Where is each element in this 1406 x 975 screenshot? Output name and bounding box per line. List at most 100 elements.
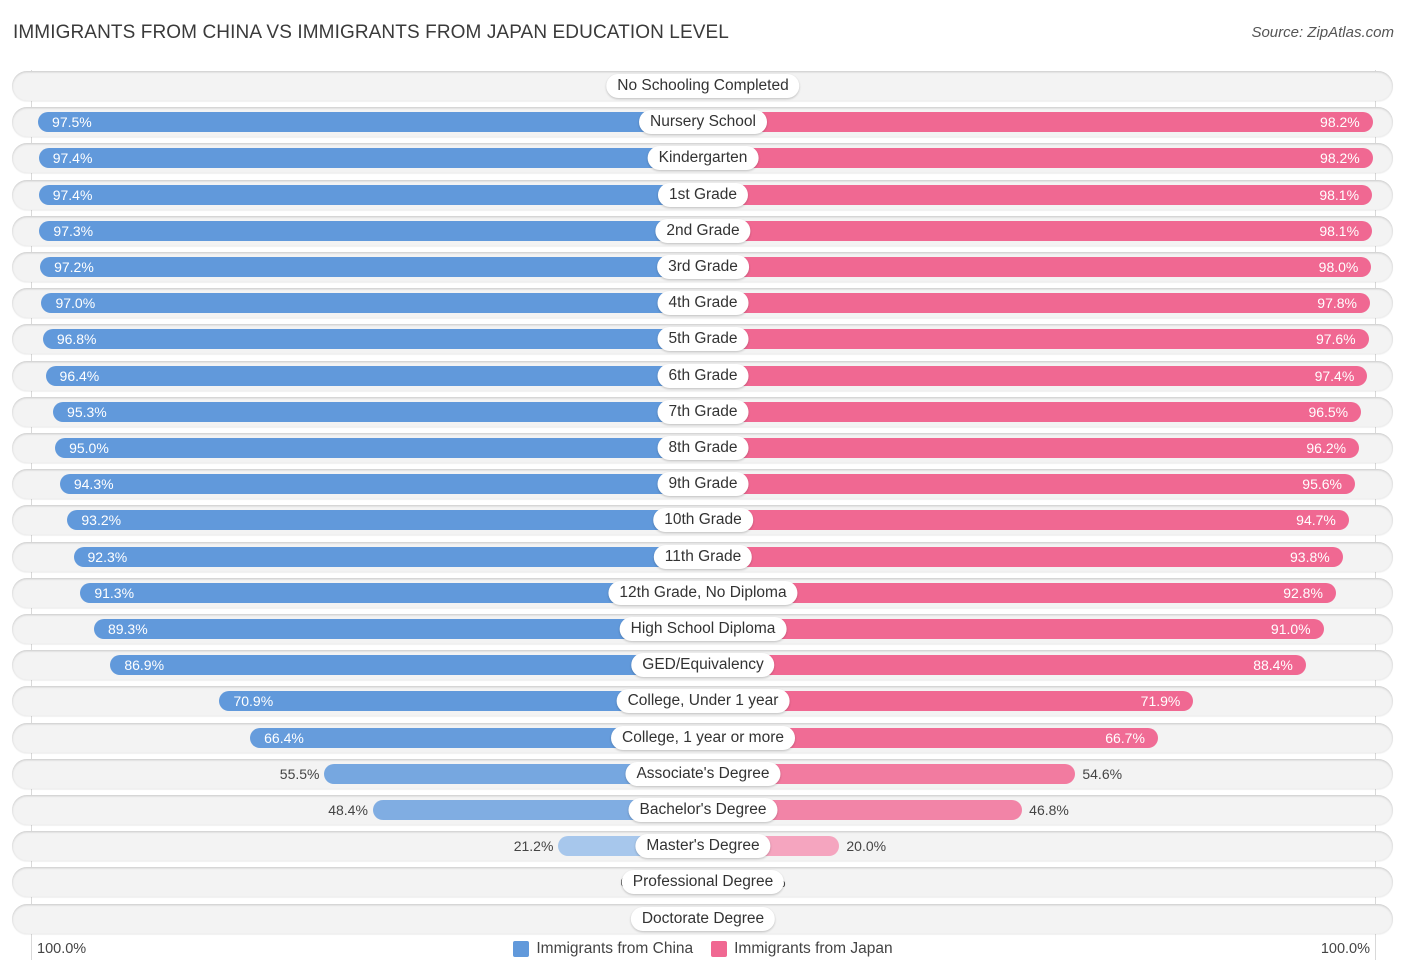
bar-china-2nd-grade[interactable] bbox=[39, 220, 703, 241]
value-label-china-12th-grade-no-diploma: 91.3% bbox=[94, 584, 135, 601]
bar-china-5th-grade[interactable] bbox=[42, 329, 703, 350]
value-label-japan-kindergarten: 98.2% bbox=[1320, 150, 1360, 167]
category-label-bachelor-s-degree: Bachelor's Degree bbox=[628, 798, 778, 822]
bar-japan-9th-grade[interactable] bbox=[703, 474, 1355, 495]
legend: Immigrants from China Immigrants from Ja… bbox=[0, 940, 1406, 958]
value-label-china-8th-grade: 95.0% bbox=[69, 440, 109, 456]
bar-japan-4th-grade[interactable] bbox=[703, 293, 1370, 314]
category-label-8th-grade: 8th Grade bbox=[657, 436, 749, 460]
chart-area: 2.6%1.9%No Schooling Completed97.5%98.2%… bbox=[0, 0, 1406, 975]
category-label-1st-grade: 1st Grade bbox=[657, 182, 749, 207]
value-label-china-9th-grade: 94.3% bbox=[73, 476, 114, 493]
value-label-china-6th-grade: 96.4% bbox=[59, 367, 100, 384]
category-label-nursery-school: Nursery School bbox=[639, 110, 767, 135]
category-label-12th-grade-no-diploma: 12th Grade, No Diploma bbox=[608, 580, 798, 605]
bar-china-nursery-school[interactable] bbox=[38, 112, 703, 133]
bar-china-ged-equivalency[interactable] bbox=[110, 655, 703, 676]
value-label-japan-nursery-school: 98.2% bbox=[1320, 114, 1360, 131]
legend-item-china[interactable]: Immigrants from China bbox=[513, 940, 693, 958]
category-label-4th-grade: 4th Grade bbox=[657, 291, 749, 316]
bar-china-high-school-diploma[interactable] bbox=[93, 619, 703, 639]
bar-japan-1st-grade[interactable] bbox=[703, 184, 1373, 205]
value-label-japan-5th-grade: 97.6% bbox=[1315, 331, 1356, 348]
bar-china-8th-grade[interactable] bbox=[55, 438, 703, 458]
value-label-japan-bachelor-s-degree: 46.8% bbox=[1029, 802, 1069, 818]
value-label-china-bachelor-s-degree: 48.4% bbox=[328, 802, 368, 818]
value-label-japan-6th-grade: 97.4% bbox=[1314, 367, 1355, 384]
bar-japan-10th-grade[interactable] bbox=[703, 510, 1349, 531]
value-label-china-master-s-degree: 21.2% bbox=[513, 838, 554, 855]
bar-japan-11th-grade[interactable] bbox=[703, 546, 1343, 567]
value-label-china-4th-grade: 97.0% bbox=[55, 295, 96, 312]
bar-china-10th-grade[interactable] bbox=[67, 510, 703, 531]
bar-japan-2nd-grade[interactable] bbox=[703, 220, 1373, 241]
category-label-associate-s-degree: Associate's Degree bbox=[625, 761, 781, 786]
category-label-10th-grade: 10th Grade bbox=[653, 508, 753, 533]
category-label-kindergarten: Kindergarten bbox=[647, 146, 759, 171]
bar-china-1st-grade[interactable] bbox=[38, 184, 703, 205]
bar-japan-ged-equivalency[interactable] bbox=[703, 655, 1306, 676]
bar-japan-12th-grade-no-diploma[interactable] bbox=[703, 582, 1336, 603]
bar-japan-8th-grade[interactable] bbox=[703, 438, 1360, 458]
category-label-doctorate-degree: Doctorate Degree bbox=[630, 906, 776, 931]
bar-china-kindergarten[interactable] bbox=[38, 148, 703, 169]
value-label-japan-7th-grade: 96.5% bbox=[1308, 403, 1349, 420]
bar-china-9th-grade[interactable] bbox=[59, 474, 703, 495]
value-label-japan-11th-grade: 93.8% bbox=[1290, 548, 1330, 565]
value-label-china-3rd-grade: 97.2% bbox=[54, 259, 94, 275]
value-label-china-college-under-1-year: 70.9% bbox=[233, 693, 274, 710]
legend-swatch-japan bbox=[711, 941, 728, 957]
value-label-china-7th-grade: 95.3% bbox=[67, 403, 107, 420]
category-label-2nd-grade: 2nd Grade bbox=[655, 218, 751, 243]
legend-label-china: Immigrants from China bbox=[536, 940, 694, 957]
bar-japan-high-school-diploma[interactable] bbox=[703, 619, 1324, 639]
value-label-japan-4th-grade: 97.8% bbox=[1317, 295, 1357, 312]
category-label-11th-grade: 11th Grade bbox=[653, 544, 753, 569]
bar-japan-6th-grade[interactable] bbox=[703, 365, 1368, 386]
value-label-japan-12th-grade-no-diploma: 92.8% bbox=[1283, 584, 1323, 601]
bar-japan-3rd-grade[interactable] bbox=[703, 257, 1372, 277]
category-label-5th-grade: 5th Grade bbox=[657, 327, 749, 352]
category-label-9th-grade: 9th Grade bbox=[657, 472, 749, 497]
value-label-china-kindergarten: 97.4% bbox=[52, 150, 93, 167]
bar-japan-5th-grade[interactable] bbox=[703, 329, 1369, 350]
value-label-china-10th-grade: 93.2% bbox=[81, 512, 122, 529]
value-label-china-ged-equivalency: 86.9% bbox=[124, 657, 165, 674]
legend-item-japan[interactable]: Immigrants from Japan bbox=[711, 940, 893, 958]
category-label-3rd-grade: 3rd Grade bbox=[657, 255, 749, 279]
category-label-professional-degree: Professional Degree bbox=[621, 870, 785, 895]
value-label-japan-high-school-diploma: 91.0% bbox=[1270, 621, 1311, 637]
category-label-master-s-degree: Master's Degree bbox=[635, 834, 771, 859]
value-label-china-nursery-school: 97.5% bbox=[52, 114, 92, 131]
value-label-japan-8th-grade: 96.2% bbox=[1306, 440, 1347, 456]
bar-china-11th-grade[interactable] bbox=[73, 546, 703, 567]
bar-japan-7th-grade[interactable] bbox=[703, 401, 1362, 422]
value-label-japan-ged-equivalency: 88.4% bbox=[1253, 657, 1293, 674]
value-label-japan-10th-grade: 94.7% bbox=[1296, 512, 1336, 529]
bar-china-4th-grade[interactable] bbox=[41, 293, 703, 314]
value-label-china-associate-s-degree: 55.5% bbox=[279, 765, 320, 782]
value-label-japan-2nd-grade: 98.1% bbox=[1319, 222, 1360, 239]
value-label-japan-1st-grade: 98.1% bbox=[1319, 186, 1360, 203]
bar-japan-nursery-school[interactable] bbox=[703, 112, 1373, 133]
value-label-japan-college-under-1-year: 71.9% bbox=[1140, 693, 1181, 710]
legend-swatch-china bbox=[513, 941, 530, 957]
category-label-college-1-year-or-more: College, 1 year or more bbox=[611, 725, 795, 750]
bar-china-6th-grade[interactable] bbox=[45, 365, 703, 386]
bar-japan-kindergarten[interactable] bbox=[703, 148, 1373, 169]
value-label-china-high-school-diploma: 89.3% bbox=[107, 621, 148, 637]
value-label-japan-college-1-year-or-more: 66.7% bbox=[1105, 729, 1145, 746]
category-label-ged-equivalency: GED/Equivalency bbox=[631, 653, 775, 678]
category-label-7th-grade: 7th Grade bbox=[657, 399, 749, 424]
bar-china-7th-grade[interactable] bbox=[53, 401, 703, 422]
value-label-china-11th-grade: 92.3% bbox=[87, 548, 128, 565]
value-label-china-2nd-grade: 97.3% bbox=[53, 222, 94, 239]
value-label-china-college-1-year-or-more: 66.4% bbox=[264, 729, 304, 746]
value-label-china-5th-grade: 96.8% bbox=[56, 331, 97, 348]
category-label-6th-grade: 6th Grade bbox=[657, 363, 749, 388]
category-label-college-under-1-year: College, Under 1 year bbox=[616, 689, 790, 714]
value-label-japan-9th-grade: 95.6% bbox=[1302, 476, 1342, 493]
category-label-high-school-diploma: High School Diploma bbox=[619, 617, 787, 641]
bar-china-3rd-grade[interactable] bbox=[40, 257, 703, 277]
value-label-japan-associate-s-degree: 54.6% bbox=[1082, 765, 1123, 782]
